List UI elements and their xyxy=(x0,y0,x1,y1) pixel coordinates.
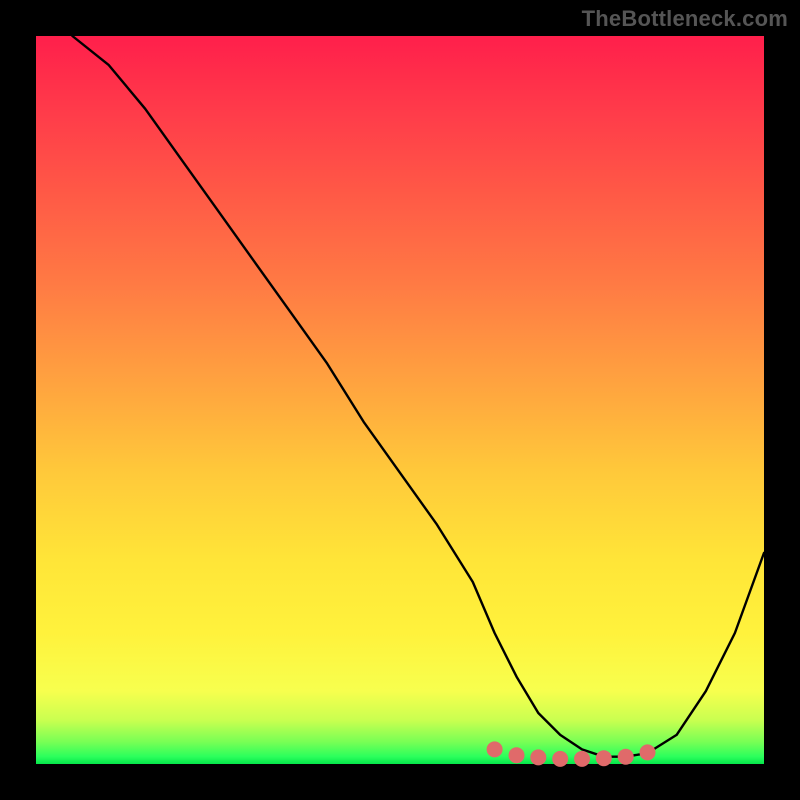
marker-dot xyxy=(552,751,568,767)
marker-dot xyxy=(530,749,546,765)
marker-dot xyxy=(618,749,634,765)
marker-dot xyxy=(596,750,612,766)
chart-plot-area xyxy=(36,36,764,764)
marker-dot xyxy=(509,747,525,763)
chart-frame: TheBottleneck.com xyxy=(0,0,800,800)
watermark-text: TheBottleneck.com xyxy=(582,6,788,32)
optimal-range-dots xyxy=(487,741,656,767)
main-curve xyxy=(72,36,764,757)
chart-svg xyxy=(36,36,764,764)
marker-dot xyxy=(487,741,503,757)
marker-dot xyxy=(574,751,590,767)
marker-dot xyxy=(640,744,656,760)
